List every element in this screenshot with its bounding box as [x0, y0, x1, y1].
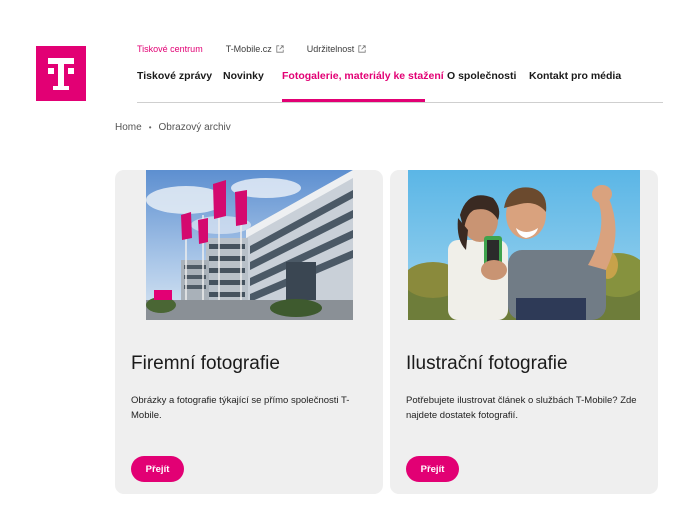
topnav-label: T-Mobile.cz [225, 44, 272, 54]
topnav-label: Udržitelnost [306, 44, 355, 54]
mainnav-tiskove-zpravy[interactable]: Tiskové zprávy [137, 70, 212, 82]
card-image-office-building [146, 170, 353, 320]
card-image-young-men-with-phone [408, 170, 640, 320]
topnav-tiskove-centrum[interactable]: Tiskové centrum [137, 44, 203, 54]
card-description: Obrázky a fotografie týkající se přímo s… [131, 395, 350, 421]
external-link-icon [276, 45, 284, 53]
main-nav: Tiskové zprávy Novinky Fotogalerie, mate… [137, 68, 663, 103]
topnav-udrzitelnost[interactable]: Udržitelnost [307, 44, 367, 54]
card-ilustracni-fotografie: Ilustrační fotografie Potřebujete ilustr… [390, 170, 658, 494]
mainnav-fotogalerie[interactable]: Fotogalerie, materiály ke stažení [282, 70, 444, 82]
card-description: Potřebujete ilustrovat článek o službách… [406, 395, 637, 421]
active-nav-indicator [282, 99, 425, 102]
breadcrumb-separator: • [148, 123, 152, 132]
breadcrumb-home[interactable]: Home [115, 122, 142, 133]
card-title: Ilustrační fotografie [406, 353, 568, 374]
card-firemni-fotografie: Firemní fotografie Obrázky a fotografie … [115, 170, 383, 494]
mainnav-kontakt[interactable]: Kontakt pro média [529, 70, 621, 82]
breadcrumb-current: Obrazový archiv [158, 122, 231, 133]
card-prejit-button[interactable]: Přejít [131, 456, 184, 482]
card-prejit-button[interactable]: Přejít [406, 456, 459, 482]
t-mobile-logo[interactable] [36, 46, 86, 101]
top-utility-nav: Tiskové centrum T-Mobile.cz Udržitelnost [137, 44, 389, 54]
breadcrumb: Home • Obrazový archiv [115, 122, 231, 133]
t-logo-icon [48, 58, 74, 90]
mainnav-o-spolecnosti[interactable]: O společnosti [447, 70, 516, 82]
card-title: Firemní fotografie [131, 353, 280, 374]
topnav-label: Tiskové centrum [137, 44, 203, 54]
external-link-icon [358, 45, 366, 53]
mainnav-novinky[interactable]: Novinky [223, 70, 264, 82]
topnav-tmobile-cz[interactable]: T-Mobile.cz [226, 44, 284, 54]
